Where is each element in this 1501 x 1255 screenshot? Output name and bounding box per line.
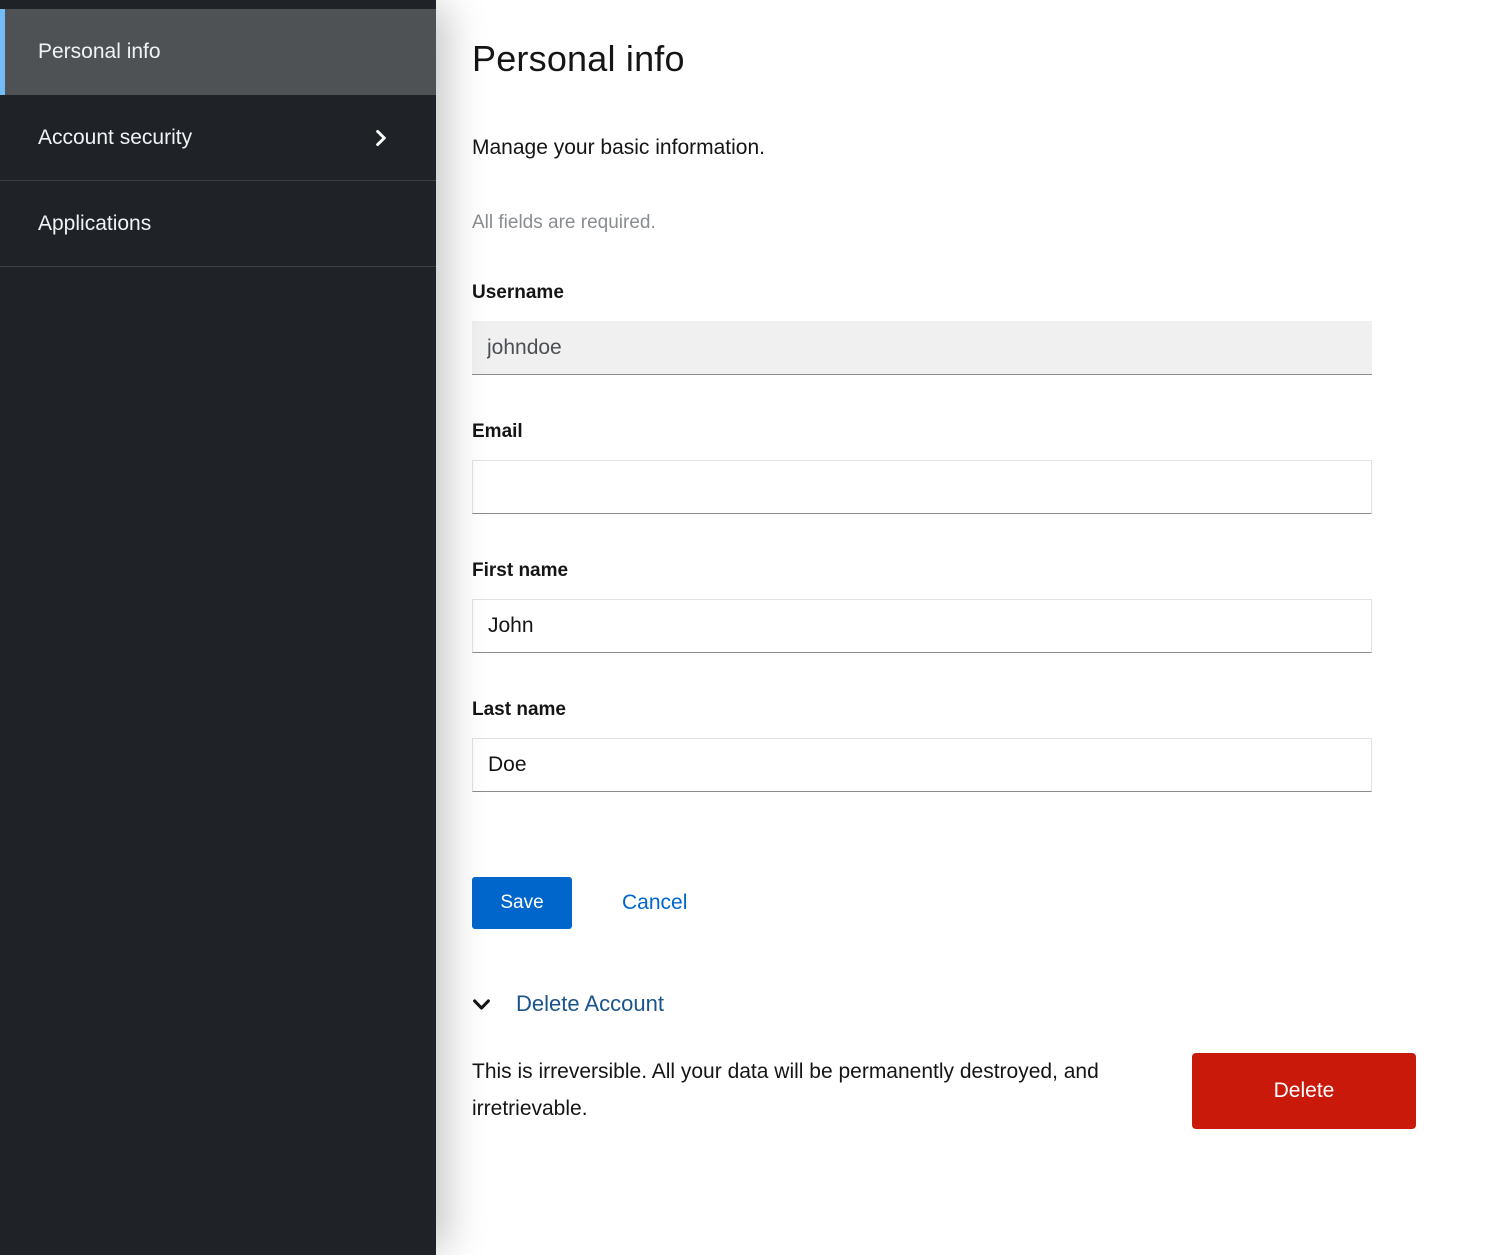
page-subtitle: Manage your basic information. <box>472 136 1501 160</box>
chevron-right-icon <box>372 129 390 147</box>
delete-warning-text: This is irreversible. All your data will… <box>472 1053 1152 1127</box>
cancel-link[interactable]: Cancel <box>622 891 687 915</box>
main-content: Personal info Manage your basic informat… <box>436 0 1501 1255</box>
delete-account-toggle-label: Delete Account <box>516 991 664 1017</box>
sidebar: Personal info Account security Applicati… <box>0 0 436 1255</box>
last-name-field[interactable] <box>472 738 1372 792</box>
chevron-down-icon <box>472 995 491 1014</box>
sidebar-item-personal-info[interactable]: Personal info <box>0 9 436 95</box>
sidebar-item-account-security[interactable]: Account security <box>0 95 436 181</box>
first-name-label: First name <box>472 560 1372 582</box>
email-label: Email <box>472 421 1372 443</box>
username-label: Username <box>472 282 1372 304</box>
sidebar-item-applications[interactable]: Applications <box>0 181 436 267</box>
sidebar-item-label: Personal info <box>38 40 161 64</box>
email-form-group: Email <box>472 421 1372 514</box>
username-field <box>472 321 1372 375</box>
delete-account-toggle[interactable]: Delete Account <box>472 991 664 1017</box>
first-name-form-group: First name <box>472 560 1372 653</box>
delete-button[interactable]: Delete <box>1192 1053 1416 1129</box>
first-name-field[interactable] <box>472 599 1372 653</box>
page-title: Personal info <box>472 38 1501 80</box>
sidebar-item-label: Applications <box>38 212 151 236</box>
personal-info-form: Username Email First name Last name Save… <box>472 282 1372 929</box>
delete-account-section: This is irreversible. All your data will… <box>472 1053 1416 1129</box>
form-actions: Save Cancel <box>472 877 1372 929</box>
last-name-form-group: Last name <box>472 699 1372 792</box>
required-note: All fields are required. <box>472 212 1501 234</box>
email-field[interactable] <box>472 460 1372 514</box>
save-button[interactable]: Save <box>472 877 572 929</box>
last-name-label: Last name <box>472 699 1372 721</box>
account-page: Personal info Account security Applicati… <box>0 0 1501 1255</box>
username-form-group: Username <box>472 282 1372 375</box>
sidebar-item-label: Account security <box>38 126 192 150</box>
